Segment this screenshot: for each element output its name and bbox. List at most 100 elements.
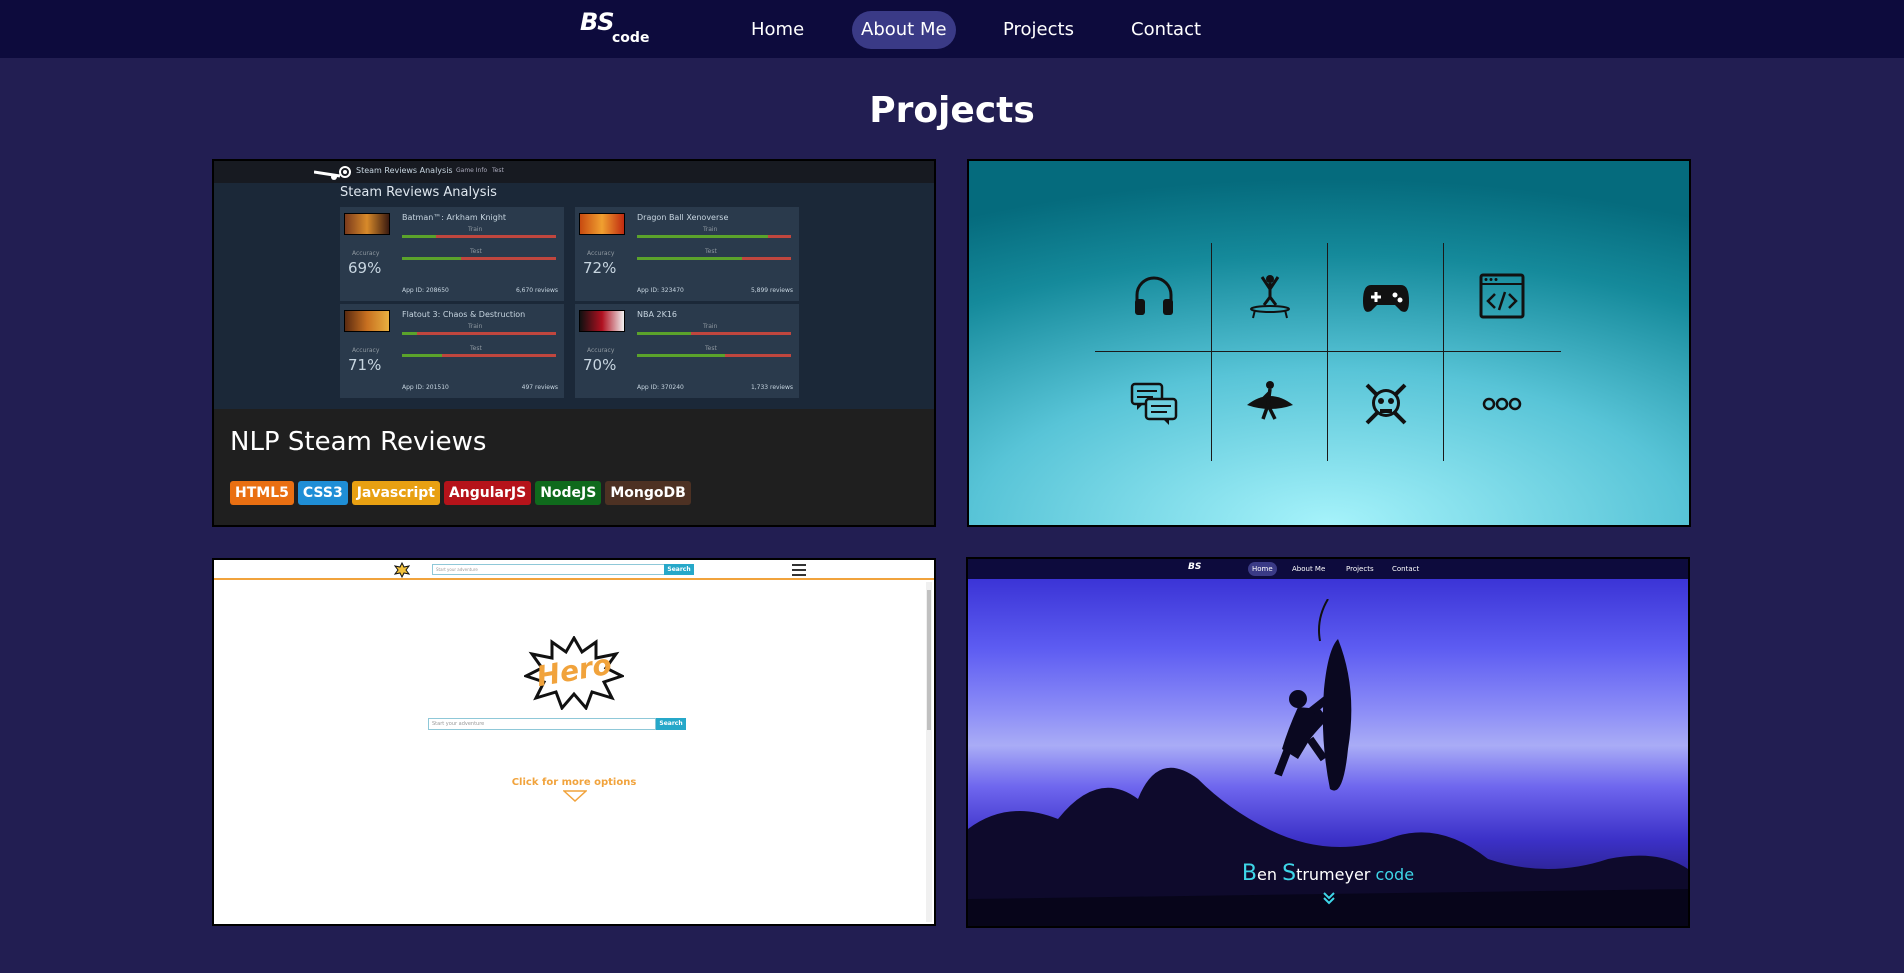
hero-search-input: Start your adventure [432,564,666,575]
game-thumbnail [344,213,390,235]
accuracy-value: 72% [583,259,617,277]
project-title: NLP Steam Reviews [230,427,487,457]
game-name: Dragon Ball Xenoverse [637,213,729,222]
train-label: Train [703,226,718,233]
project-card-icons[interactable] [967,159,1691,527]
accuracy-label: Accuracy [352,250,380,257]
chevron-down-icon [563,790,587,802]
navbar: BS code Home About Me Projects Contact [0,0,1904,58]
test-label: Test [705,248,717,255]
bscode-preview-nav: BS Home About Me Projects Contact [968,559,1688,579]
tech-badges: HTML5 CSS3 Javascript AngularJS NodeJS MongoD… [230,481,695,505]
app-id: App ID: 208650 [402,287,449,294]
title-part-rest: trumeyer [1296,865,1376,884]
trampoline-icon [1250,275,1290,319]
accuracy-value: 71% [348,356,382,374]
hero-main-search-button: Search [656,718,686,730]
game-tile: NBA 2K16 Train Test Accuracy 70% App ID:… [575,304,799,398]
game-name: Batman™: Arkham Knight [402,213,507,222]
game-thumbnail [344,310,390,332]
nav-contact[interactable]: Contact [1122,11,1210,49]
accuracy-value: 69% [348,259,382,277]
logo-code: code [612,30,650,46]
more-icon [1482,397,1522,411]
badge-css3: CSS3 [297,481,348,505]
test-bar [637,257,791,260]
badge-nodejs: NodeJS [535,481,602,505]
steam-preview-bar: Steam Reviews Analysis Game Info Test [214,161,934,183]
accuracy-label: Accuracy [352,347,380,354]
surfer-icon [1247,381,1293,420]
hamburger-icon [792,564,806,576]
review-count: 497 reviews [521,384,558,391]
accuracy-value: 70% [583,356,617,374]
chat-icon [1130,382,1178,425]
grid-divider [1327,243,1328,461]
train-label: Train [468,226,483,233]
train-bar [637,235,791,238]
title-part-code: code [1375,865,1415,884]
hero-scrollbar [926,582,932,922]
projects-heading: Projects [869,90,1035,131]
train-label: Train [468,323,483,330]
badge-mongodb: MongoDB [605,481,691,505]
accuracy-label: Accuracy [587,250,615,257]
bscode-nav-about: About Me [1292,565,1326,573]
app-id: App ID: 370240 [637,384,684,391]
app-id: App ID: 323470 [637,287,684,294]
bscode-nav-contact: Contact [1392,565,1420,573]
project-card-nlp-steam[interactable]: Steam Reviews Analysis Game Info Test St… [212,159,936,527]
test-bar [402,354,556,357]
headphones-icon [1135,276,1173,315]
steam-tab-test: Test [492,167,504,174]
game-name: Flatout 3: Chaos & Destruction [402,310,526,319]
nav-about-me[interactable]: About Me [852,11,956,49]
review-count: 5,899 reviews [750,287,793,294]
game-thumbnail [579,213,625,235]
steam-app-title: Steam Reviews Analysis [356,166,453,175]
title-letter-s: S [1282,861,1297,886]
gamepad-icon [1363,285,1409,312]
project-info-overlay: NLP Steam Reviews HTML5 CSS3 Javascript Ang… [214,409,934,525]
nav-home[interactable]: Home [742,11,813,49]
skull-icon [1365,383,1407,425]
game-thumbnail [579,310,625,332]
steam-tab-game-info: Game Info [456,167,488,174]
train-bar [637,332,791,335]
bscode-mini-logo: BS [1188,562,1202,572]
hero-small-logo-icon [394,562,410,578]
game-name: NBA 2K16 [637,310,678,319]
badge-angularjs: AngularJS [443,481,532,505]
hero-preview-header: Start your adventure Search [214,560,934,580]
title-part-en: en [1257,865,1283,884]
project-card-bscode[interactable]: BS Home About Me Projects Contact Ben St… [966,557,1690,928]
project-card-hero[interactable]: Start your adventure Search Hero Start y… [212,558,936,926]
nav-projects[interactable]: Projects [994,11,1083,49]
site-logo[interactable]: BS code [580,8,649,50]
badge-html5: HTML5 [230,481,294,505]
test-label: Test [705,345,717,352]
app-id: App ID: 201510 [402,384,449,391]
game-tile: Dragon Ball Xenoverse Train Test Accurac… [575,207,799,301]
test-bar [637,354,791,357]
train-bar [402,235,556,238]
accuracy-label: Accuracy [587,347,615,354]
title-letter-b: B [1241,861,1258,886]
train-bar [402,332,556,335]
bscode-nav-home: Home [1248,562,1277,576]
test-label: Test [470,248,482,255]
double-chevron-down-icon [1323,892,1335,905]
train-label: Train [703,323,718,330]
game-tile: Batman™: Arkham Knight Train Test Accura… [340,207,564,301]
grid-divider [1443,243,1444,461]
test-label: Test [470,345,482,352]
more-options-link: Click for more options [511,777,637,788]
logo-bs: BS [580,8,615,36]
review-count: 1,733 reviews [750,384,793,391]
hero-main-search-input: Start your adventure [428,718,656,730]
review-count: 6,670 reviews [515,287,558,294]
code-window-icon [1479,273,1525,319]
hero-search-button: Search [664,564,694,575]
grid-divider [1211,243,1212,461]
test-bar [402,257,556,260]
